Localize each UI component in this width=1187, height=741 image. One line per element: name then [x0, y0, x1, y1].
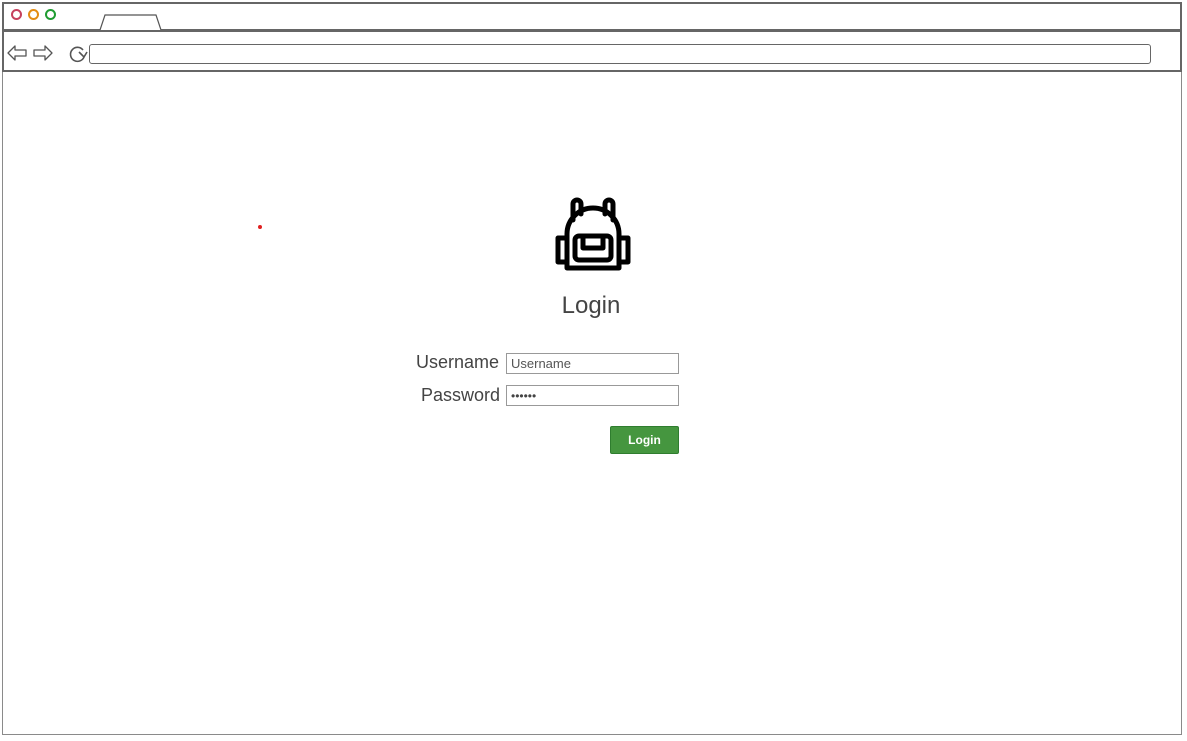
address-bar[interactable] — [89, 44, 1151, 64]
browser-titlebar — [2, 2, 1182, 31]
login-button[interactable]: Login — [610, 426, 679, 454]
back-arrow-icon[interactable] — [6, 44, 28, 62]
backpack-icon — [555, 197, 631, 271]
forward-arrow-icon[interactable] — [32, 44, 54, 62]
minimize-window-button[interactable] — [28, 9, 39, 20]
username-input[interactable] — [506, 353, 679, 374]
red-dot-marker — [258, 225, 262, 229]
reload-icon[interactable] — [67, 44, 89, 64]
password-input[interactable] — [506, 385, 679, 406]
login-title: Login — [561, 292, 621, 319]
close-window-button[interactable] — [11, 9, 22, 20]
maximize-window-button[interactable] — [45, 9, 56, 20]
username-label: Username — [415, 352, 499, 372]
browser-tab[interactable] — [98, 13, 166, 31]
password-label: Password — [420, 385, 500, 405]
